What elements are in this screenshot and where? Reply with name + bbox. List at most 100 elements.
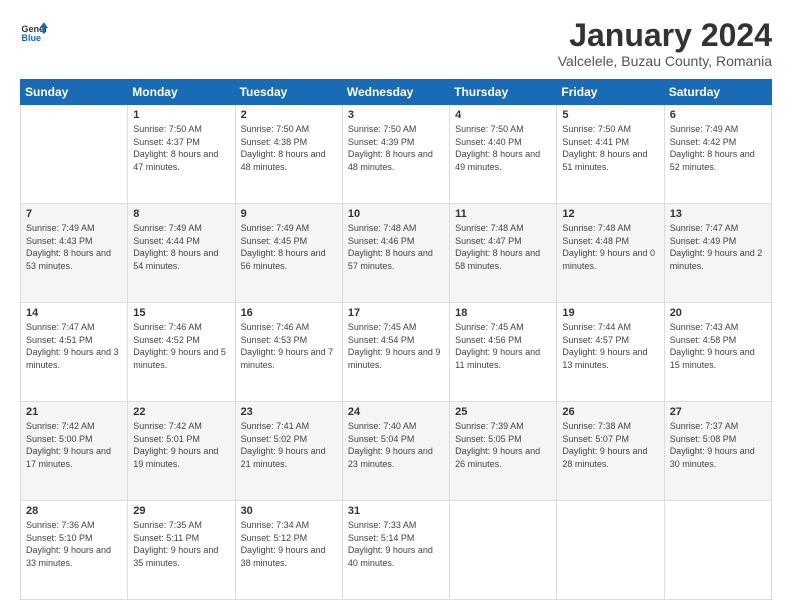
day-info: Sunrise: 7:33 AM Sunset: 5:14 PM Dayligh… — [348, 519, 444, 569]
day-number: 5 — [562, 109, 658, 121]
day-info: Sunrise: 7:41 AM Sunset: 5:02 PM Dayligh… — [241, 420, 337, 470]
col-friday: Friday — [557, 80, 664, 105]
day-info: Sunrise: 7:39 AM Sunset: 5:05 PM Dayligh… — [455, 420, 551, 470]
table-row: 5 Sunrise: 7:50 AM Sunset: 4:41 PM Daylig… — [557, 105, 664, 204]
day-number: 16 — [241, 307, 337, 319]
table-row: 23 Sunrise: 7:41 AM Sunset: 5:02 PM Dayli… — [235, 402, 342, 501]
table-row: 2 Sunrise: 7:50 AM Sunset: 4:38 PM Daylig… — [235, 105, 342, 204]
day-number: 13 — [670, 208, 766, 220]
day-info: Sunrise: 7:49 AM Sunset: 4:44 PM Dayligh… — [133, 222, 229, 272]
table-row: 30 Sunrise: 7:34 AM Sunset: 5:12 PM Dayli… — [235, 501, 342, 600]
table-row: 25 Sunrise: 7:39 AM Sunset: 5:05 PM Dayli… — [450, 402, 557, 501]
day-number: 22 — [133, 406, 229, 418]
day-info: Sunrise: 7:35 AM Sunset: 5:11 PM Dayligh… — [133, 519, 229, 569]
day-number: 30 — [241, 505, 337, 517]
table-row: 9 Sunrise: 7:49 AM Sunset: 4:45 PM Daylig… — [235, 204, 342, 303]
day-number: 23 — [241, 406, 337, 418]
day-number: 18 — [455, 307, 551, 319]
col-sunday: Sunday — [21, 80, 128, 105]
logo: General Blue — [20, 18, 52, 46]
day-number: 25 — [455, 406, 551, 418]
svg-text:Blue: Blue — [21, 33, 41, 43]
day-number: 26 — [562, 406, 658, 418]
table-row: 11Sunrise: 7:48 AM Sunset: 4:47 PM Dayli… — [450, 204, 557, 303]
table-row: 13 Sunrise: 7:47 AM Sunset: 4:49 PM Dayli… — [664, 204, 771, 303]
day-info: Sunrise: 7:49 AM Sunset: 4:45 PM Dayligh… — [241, 222, 337, 272]
day-info: Sunrise: 7:47 AM Sunset: 4:49 PM Dayligh… — [670, 222, 766, 272]
day-number: 8 — [133, 208, 229, 220]
day-number: 9 — [241, 208, 337, 220]
calendar-header-row: Sunday Monday Tuesday Wednesday Thursday… — [21, 80, 772, 105]
table-row: 19 Sunrise: 7:44 AM Sunset: 4:57 PM Dayli… — [557, 303, 664, 402]
day-info: Sunrise: 7:42 AM Sunset: 5:01 PM Dayligh… — [133, 420, 229, 470]
day-number: 10 — [348, 208, 444, 220]
table-row: 24 Sunrise: 7:40 AM Sunset: 5:04 PM Dayli… — [342, 402, 449, 501]
table-row: 29 Sunrise: 7:35 AM Sunset: 5:11 PM Dayli… — [128, 501, 235, 600]
day-number: 27 — [670, 406, 766, 418]
day-number: 3 — [348, 109, 444, 121]
day-info: Sunrise: 7:37 AM Sunset: 5:08 PM Dayligh… — [670, 420, 766, 470]
day-number: 19 — [562, 307, 658, 319]
table-row: 14Sunrise: 7:47 AM Sunset: 4:51 PM Dayli… — [21, 303, 128, 402]
table-row: 27 Sunrise: 7:37 AM Sunset: 5:08 PM Dayli… — [664, 402, 771, 501]
logo-icon: General Blue — [20, 18, 48, 46]
day-number: 31 — [348, 505, 444, 517]
day-info: Sunrise: 7:48 AM Sunset: 4:47 PM Dayligh… — [455, 222, 551, 272]
day-info: Sunrise: 7:46 AM Sunset: 4:53 PM Dayligh… — [241, 321, 337, 371]
col-wednesday: Wednesday — [342, 80, 449, 105]
table-row: 31 Sunrise: 7:33 AM Sunset: 5:14 PM Dayli… — [342, 501, 449, 600]
table-row: 8 Sunrise: 7:49 AM Sunset: 4:44 PM Daylig… — [128, 204, 235, 303]
day-info: Sunrise: 7:40 AM Sunset: 5:04 PM Dayligh… — [348, 420, 444, 470]
day-number: 14 — [26, 307, 122, 319]
table-row: 17 Sunrise: 7:45 AM Sunset: 4:54 PM Dayli… — [342, 303, 449, 402]
day-info: Sunrise: 7:36 AM Sunset: 5:10 PM Dayligh… — [26, 519, 122, 569]
day-info: Sunrise: 7:50 AM Sunset: 4:37 PM Dayligh… — [133, 123, 229, 173]
table-row: 16 Sunrise: 7:46 AM Sunset: 4:53 PM Dayli… — [235, 303, 342, 402]
day-number: 17 — [348, 307, 444, 319]
col-monday: Monday — [128, 80, 235, 105]
col-thursday: Thursday — [450, 80, 557, 105]
day-number: 28 — [26, 505, 122, 517]
table-row: 1 Sunrise: 7:50 AM Sunset: 4:37 PM Daylig… — [128, 105, 235, 204]
day-info: Sunrise: 7:38 AM Sunset: 5:07 PM Dayligh… — [562, 420, 658, 470]
day-info: Sunrise: 7:45 AM Sunset: 4:54 PM Dayligh… — [348, 321, 444, 371]
table-row: 18 Sunrise: 7:45 AM Sunset: 4:56 PM Dayli… — [450, 303, 557, 402]
col-saturday: Saturday — [664, 80, 771, 105]
day-info: Sunrise: 7:50 AM Sunset: 4:39 PM Dayligh… — [348, 123, 444, 173]
table-row: 10 Sunrise: 7:48 AM Sunset: 4:46 PM Dayli… — [342, 204, 449, 303]
day-number: 29 — [133, 505, 229, 517]
month-title: January 2024 — [558, 18, 772, 53]
table-row: 20Sunrise: 7:43 AM Sunset: 4:58 PM Dayli… — [664, 303, 771, 402]
header: General Blue January 2024 Valcelele, Buz… — [20, 18, 772, 69]
day-info: Sunrise: 7:46 AM Sunset: 4:52 PM Dayligh… — [133, 321, 229, 371]
day-number: 24 — [348, 406, 444, 418]
day-info: Sunrise: 7:45 AM Sunset: 4:56 PM Dayligh… — [455, 321, 551, 371]
day-info: Sunrise: 7:50 AM Sunset: 4:40 PM Dayligh… — [455, 123, 551, 173]
day-info: Sunrise: 7:42 AM Sunset: 5:00 PM Dayligh… — [26, 420, 122, 470]
day-info: Sunrise: 7:44 AM Sunset: 4:57 PM Dayligh… — [562, 321, 658, 371]
day-info: Sunrise: 7:50 AM Sunset: 4:41 PM Dayligh… — [562, 123, 658, 173]
day-number: 4 — [455, 109, 551, 121]
table-row: 22 Sunrise: 7:42 AM Sunset: 5:01 PM Dayli… — [128, 402, 235, 501]
day-number: 6 — [670, 109, 766, 121]
table-row — [21, 105, 128, 204]
day-number: 1 — [133, 109, 229, 121]
day-info: Sunrise: 7:48 AM Sunset: 4:48 PM Dayligh… — [562, 222, 658, 272]
day-info: Sunrise: 7:50 AM Sunset: 4:38 PM Dayligh… — [241, 123, 337, 173]
table-row: 7Sunrise: 7:49 AM Sunset: 4:43 PM Daylig… — [21, 204, 128, 303]
day-number: 15 — [133, 307, 229, 319]
table-row — [664, 501, 771, 600]
table-row: 6 Sunrise: 7:49 AM Sunset: 4:42 PM Daylig… — [664, 105, 771, 204]
table-row: 3 Sunrise: 7:50 AM Sunset: 4:39 PM Daylig… — [342, 105, 449, 204]
page: General Blue January 2024 Valcelele, Buz… — [0, 0, 792, 612]
day-info: Sunrise: 7:34 AM Sunset: 5:12 PM Dayligh… — [241, 519, 337, 569]
table-row: 4 Sunrise: 7:50 AM Sunset: 4:40 PM Daylig… — [450, 105, 557, 204]
day-info: Sunrise: 7:49 AM Sunset: 4:42 PM Dayligh… — [670, 123, 766, 173]
table-row: 15 Sunrise: 7:46 AM Sunset: 4:52 PM Dayli… — [128, 303, 235, 402]
table-row: 12 Sunrise: 7:48 AM Sunset: 4:48 PM Dayli… — [557, 204, 664, 303]
day-number: 2 — [241, 109, 337, 121]
title-block: January 2024 Valcelele, Buzau County, Ro… — [558, 18, 772, 69]
day-info: Sunrise: 7:48 AM Sunset: 4:46 PM Dayligh… — [348, 222, 444, 272]
day-number: 12 — [562, 208, 658, 220]
day-info: Sunrise: 7:43 AM Sunset: 4:58 PM Dayligh… — [670, 321, 766, 371]
